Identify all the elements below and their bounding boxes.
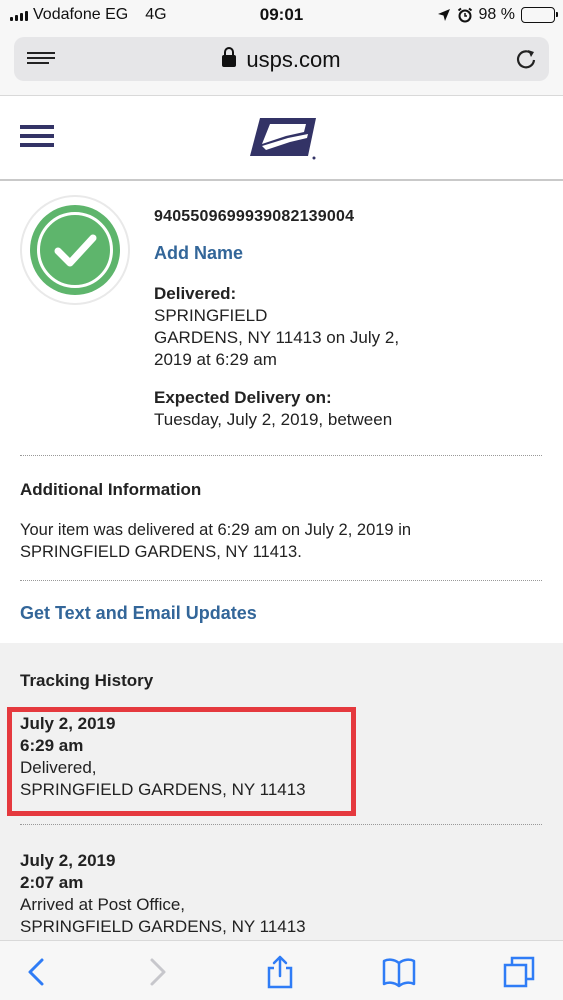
status-heading: Delivered: xyxy=(154,284,237,303)
history-event: July 2, 2019 2:07 am Arrived at Post Off… xyxy=(20,850,306,938)
additional-info-title: Additional Information xyxy=(20,480,202,499)
highlight-box xyxy=(7,707,356,816)
additional-info-text: Your item was delivered at 6:29 am on Ju… xyxy=(20,519,460,563)
status-line: 2019 at 6:29 am xyxy=(154,350,277,369)
divider xyxy=(20,455,542,456)
battery-percent: 98 % xyxy=(478,6,515,23)
event-location: SPRINGFIELD GARDENS, NY 11413 xyxy=(20,917,306,936)
hamburger-menu-icon[interactable] xyxy=(20,125,54,149)
event-time: 2:07 am xyxy=(20,873,84,892)
status-line: SPRINGFIELD xyxy=(154,306,268,325)
additional-info-line: SPRINGFIELD GARDENS, NY 11413. xyxy=(20,543,302,561)
url-text: usps.com xyxy=(246,47,341,72)
usps-eagle-logo[interactable] xyxy=(248,114,320,162)
browser-toolbar xyxy=(0,940,563,1000)
delivery-status: Delivered: SPRINGFIELD GARDENS, NY 11413… xyxy=(154,283,454,371)
bookmarks-icon[interactable] xyxy=(382,955,416,989)
expected-text: Tuesday, July 2, 2019, between xyxy=(154,410,393,429)
back-arrow-icon[interactable] xyxy=(20,955,54,989)
status-bar: Vodafone EG 4G 09:01 98 % xyxy=(0,0,563,30)
alarm-icon xyxy=(457,7,472,23)
check-icon xyxy=(54,234,97,267)
expected-heading: Expected Delivery on: xyxy=(154,388,332,407)
tabs-icon[interactable] xyxy=(502,955,536,989)
status-line: GARDENS, NY 11413 on July 2, xyxy=(154,328,400,347)
tracking-history: Tracking History July 2, 2019 6:29 am De… xyxy=(0,643,563,940)
event-date: July 2, 2019 xyxy=(20,851,116,870)
status-right: 98 % xyxy=(437,6,558,24)
expected-delivery: Expected Delivery on: Tuesday, July 2, 2… xyxy=(154,387,474,431)
add-name-link[interactable]: Add Name xyxy=(154,243,243,264)
forward-arrow-icon[interactable] xyxy=(140,955,174,989)
battery-icon xyxy=(521,7,558,23)
browser-bar: usps.com xyxy=(0,30,563,96)
tracking-history-title: Tracking History xyxy=(20,671,154,690)
address-bar[interactable]: usps.com xyxy=(14,37,549,81)
divider xyxy=(20,580,542,581)
text-email-updates-link[interactable]: Get Text and Email Updates xyxy=(20,603,257,624)
event-status: Arrived at Post Office, xyxy=(20,895,186,914)
delivered-status-badge xyxy=(20,195,130,305)
reload-icon[interactable] xyxy=(515,48,537,70)
lock-icon xyxy=(222,47,237,67)
share-icon[interactable] xyxy=(263,955,297,989)
site-header xyxy=(0,96,563,181)
tracking-number: 9405509699939082139004 xyxy=(154,208,355,225)
url-display[interactable]: usps.com xyxy=(14,47,549,73)
location-arrow-icon xyxy=(437,9,450,21)
additional-info-line: Your item was delivered at 6:29 am on Ju… xyxy=(20,521,412,539)
divider xyxy=(20,824,542,825)
tracking-content: 9405509699939082139004 Add Name Delivere… xyxy=(0,183,563,940)
